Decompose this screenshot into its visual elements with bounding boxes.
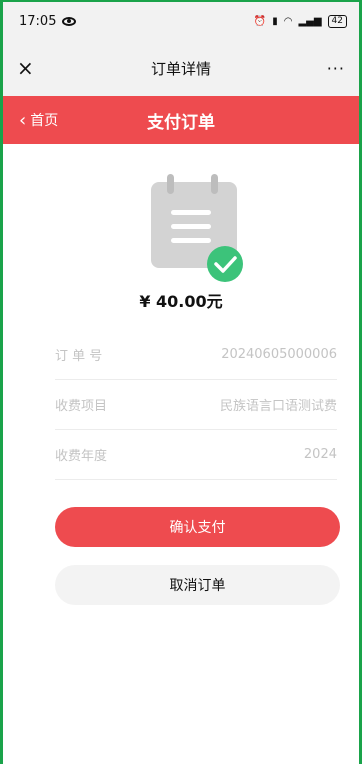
close-icon[interactable]: ×: [17, 56, 39, 80]
signal-icon: ▂▄▆: [298, 15, 322, 27]
info-row-fee-item: 收费项目 民族语言口语测试费: [55, 380, 337, 430]
status-left: 17:05: [19, 13, 77, 29]
title-bar: × 订单详情 ···: [3, 40, 359, 96]
row-label: 收费项目: [55, 399, 108, 414]
order-clipboard-icon: [151, 174, 243, 282]
status-time: 17:05: [19, 13, 57, 29]
cancel-order-button[interactable]: 取消订单: [55, 565, 340, 605]
order-amount: ¥ 40.00元: [139, 292, 223, 311]
more-icon[interactable]: ···: [323, 59, 345, 78]
info-row-order-number: 订 单 号 20240605000006: [55, 330, 337, 380]
back-label: 首页: [30, 113, 59, 129]
status-bar: 17:05 ⏰ ▮ ◠ ▂▄▆ 42: [3, 2, 359, 40]
order-info: 订 单 号 20240605000006 收费项目 民族语言口语测试费 收费年度…: [55, 330, 337, 480]
red-header: ‹ 首页 支付订单: [3, 96, 359, 144]
page-title: 订单详情: [150, 59, 211, 78]
row-value: 民族语言口语测试费: [219, 399, 337, 414]
vibrate-icon: ▮: [272, 15, 278, 27]
row-value: 20240605000006: [221, 347, 337, 362]
check-circle-icon: [207, 246, 243, 282]
eye-icon: [62, 16, 77, 26]
chevron-left-icon: ‹: [19, 109, 27, 131]
info-row-fee-year: 收费年度 2024: [55, 430, 337, 480]
app-frame: 17:05 ⏰ ▮ ◠ ▂▄▆ 42 × 订单详情 ··· ‹ 首页 支付订单 …: [0, 0, 362, 764]
status-right: ⏰ ▮ ◠ ▂▄▆ 42: [253, 14, 347, 28]
row-label: 订 单 号: [55, 349, 103, 364]
wifi-icon: ◠: [283, 15, 293, 27]
row-value: 2024: [303, 447, 337, 462]
alarm-icon: ⏰: [253, 15, 267, 27]
row-label: 收费年度: [55, 449, 108, 464]
battery-icon: 42: [327, 14, 347, 28]
back-button[interactable]: ‹ 首页: [3, 110, 58, 131]
confirm-payment-button[interactable]: 确认支付: [55, 507, 340, 547]
